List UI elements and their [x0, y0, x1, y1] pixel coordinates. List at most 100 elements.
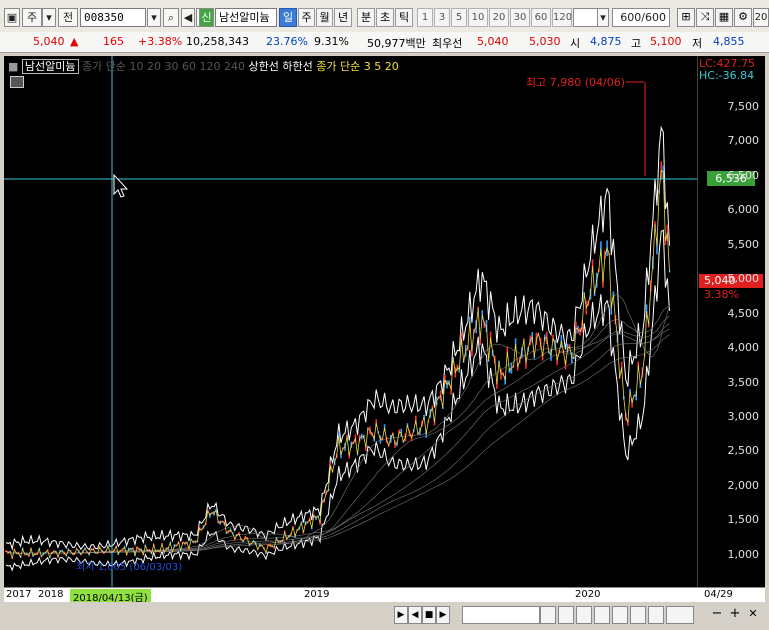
- table-icon[interactable]: [10, 76, 24, 88]
- period-week-tab[interactable]: 주: [298, 8, 315, 27]
- interval-120[interactable]: 120: [552, 8, 572, 27]
- settings-icon[interactable]: ⚙: [734, 8, 752, 27]
- zoom-view-icon[interactable]: [630, 606, 646, 624]
- toolbar: ▣ 주 ▾ 전 008350 ▾ ⌕ ◀ ▾ 신 남선알미늄 일 주 월 년 분…: [0, 0, 769, 33]
- market-dropdown-icon[interactable]: ▾: [42, 8, 56, 27]
- open-price: 4,875: [590, 35, 622, 48]
- volume: 10,258,343: [186, 35, 249, 48]
- sin-button[interactable]: 신: [199, 8, 214, 27]
- zoom-area-icon[interactable]: [576, 606, 592, 624]
- jeon-button[interactable]: 전: [58, 8, 78, 27]
- chart-legend: ■ 남선알미늄 종가 단순 10 20 30 60 120 240 상한선 하한…: [8, 58, 399, 74]
- legend-upper-band: 상한선: [248, 60, 279, 73]
- right-num: 20: [753, 8, 769, 27]
- market-select[interactable]: 주: [22, 8, 42, 27]
- interval-dropdown-icon[interactable]: ▾: [597, 8, 609, 27]
- upper-band-line: [5, 125, 670, 551]
- y-tick-label: 6,500: [727, 168, 760, 182]
- legend-item-close: 종가: [82, 60, 103, 73]
- period-day-tab[interactable]: 일: [279, 8, 297, 27]
- x-label-2017: 2017: [6, 589, 32, 600]
- zoom-capture-icon[interactable]: [648, 606, 664, 624]
- interval-60[interactable]: 60: [531, 8, 551, 27]
- lower-band-line: [5, 229, 670, 572]
- x-label-2019: 2019: [304, 589, 330, 600]
- period-year-tab[interactable]: 년: [334, 8, 352, 27]
- low-annotation: 최저 1,005 (06/03/03): [76, 562, 183, 573]
- axis-separator: [697, 56, 698, 587]
- price-change: 165: [103, 35, 124, 48]
- interval-10[interactable]: 10: [468, 8, 488, 27]
- current-price: 5,040: [33, 35, 65, 48]
- play-icon[interactable]: ▶: [394, 606, 408, 624]
- y-tick-label: 2,500: [727, 444, 760, 458]
- trade-amount: 50,977백만: [367, 37, 426, 50]
- price-axis: LC:427.75 HC:-36.84 6,536 5,040 3.38% 7,…: [697, 56, 765, 587]
- y-tick-label: 5,500: [727, 237, 760, 251]
- y-tick-label: 2,000: [727, 478, 760, 492]
- high-annotation: 최고 7,980 (04/06): [526, 76, 626, 89]
- y-tick-label: 4,500: [727, 306, 760, 320]
- chart-canvas[interactable]: [4, 56, 697, 587]
- legend-item-60: 60: [182, 60, 197, 73]
- chart-mode-icon[interactable]: [666, 606, 694, 624]
- y-tick-label: 5,000: [727, 272, 760, 286]
- scroll-slider[interactable]: [462, 606, 540, 624]
- legend-item-240: 240: [224, 60, 246, 73]
- price-chart[interactable]: ■ 남선알미늄 종가 단순 10 20 30 60 120 240 상한선 하한…: [4, 56, 697, 587]
- save-icon[interactable]: ▦: [715, 8, 733, 27]
- search-icon[interactable]: ⌕: [163, 8, 179, 27]
- period-minute-tab[interactable]: 분: [357, 8, 375, 27]
- chart-window-icon[interactable]: ▣: [4, 8, 20, 27]
- legend-item-20: 20: [147, 60, 162, 73]
- pause-icon[interactable]: ■: [422, 606, 436, 624]
- rewind-icon[interactable]: ◀: [408, 606, 422, 624]
- interval-30[interactable]: 30: [510, 8, 530, 27]
- low-label: 저: [692, 37, 703, 50]
- best-bid: 5,030: [529, 35, 561, 48]
- stock-name-field: 남선알미늄: [215, 8, 277, 27]
- x-label-2020: 2020: [575, 589, 601, 600]
- count-field[interactable]: 600/600: [612, 8, 670, 27]
- close-icon[interactable]: ✕: [746, 606, 760, 622]
- zoom-in-icon[interactable]: +: [728, 606, 742, 622]
- grid-icon[interactable]: ⊞: [677, 8, 695, 27]
- interval-5[interactable]: 5: [451, 8, 467, 27]
- forward-icon[interactable]: ▶: [436, 606, 450, 624]
- y-tick-label: 3,500: [727, 375, 760, 389]
- y-tick-label: 7,000: [727, 134, 760, 148]
- date-axis: 2017 2018 2018/04/13(금) 2019 2020 04/29: [4, 587, 765, 604]
- y-tick-label: 1,500: [727, 513, 760, 527]
- zoom-out-icon[interactable]: −: [710, 606, 724, 622]
- x-label-2018: 2018: [38, 589, 64, 600]
- current-percent-label: 3.38%: [704, 288, 739, 301]
- legend-lower-band: 하한선: [282, 60, 313, 73]
- y-tick-label: 3,000: [727, 409, 760, 423]
- zoom-box-icon[interactable]: [540, 606, 556, 624]
- zoom-fit-icon[interactable]: [558, 606, 574, 624]
- period-month-tab[interactable]: 월: [316, 8, 333, 27]
- period-second-tab[interactable]: 초: [376, 8, 394, 27]
- open-label: 시: [570, 37, 581, 50]
- zoom-lock-icon[interactable]: [612, 606, 628, 624]
- legend-item-simple: 단순: [105, 60, 127, 73]
- y-tick-label: 1,000: [727, 547, 760, 561]
- chart-line-icon[interactable]: ⤨: [696, 8, 714, 27]
- high-label: 고: [631, 37, 642, 50]
- legend-item-30: 30: [164, 60, 179, 73]
- legend-stock-name[interactable]: 남선알미늄: [21, 59, 79, 74]
- period-tick-tab[interactable]: 틱: [395, 8, 413, 27]
- interval-1[interactable]: 1: [417, 8, 433, 27]
- stock-code-input[interactable]: 008350: [80, 8, 146, 27]
- price-info-bar: 5,040 ▲ 165 +3.38% 10,258,343 23.76% 9.3…: [0, 32, 769, 53]
- interval-3[interactable]: 3: [434, 8, 450, 27]
- sound-icon[interactable]: ◀: [181, 8, 195, 27]
- legend-item-120: 120: [199, 60, 221, 73]
- moving-average-line: [5, 329, 670, 554]
- interval-20[interactable]: 20: [489, 8, 509, 27]
- hc-value: HC:-36.84: [699, 69, 755, 82]
- zoom-reset-icon[interactable]: [594, 606, 610, 624]
- code-dropdown-icon[interactable]: ▾: [147, 8, 161, 27]
- high-price: 5,100: [650, 35, 682, 48]
- legend-item-10: 10: [129, 60, 144, 73]
